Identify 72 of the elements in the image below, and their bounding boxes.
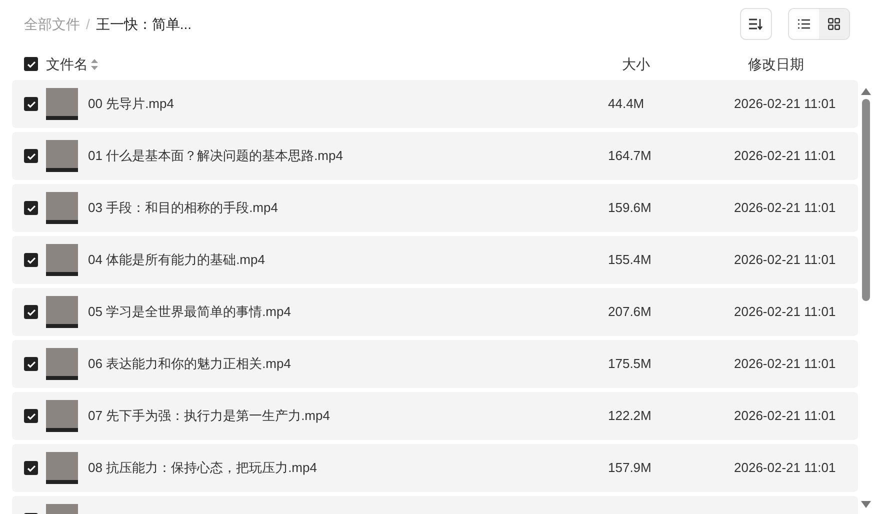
scroll-up-icon[interactable] — [861, 88, 871, 95]
file-name[interactable]: 03 手段：和目的相称的手段.mp4 — [88, 198, 608, 218]
video-thumbnail — [46, 192, 78, 224]
checkbox[interactable] — [24, 149, 38, 163]
file-size: 175.5M — [608, 355, 652, 374]
file-name[interactable]: 00 先导片.mp4 — [88, 94, 608, 114]
checkbox[interactable] — [24, 409, 38, 423]
file-size: 122.2M — [608, 407, 652, 426]
checkbox[interactable] — [24, 305, 38, 319]
modified-date: 2026-02-21 11:01 — [734, 147, 836, 166]
sort-icon[interactable] — [91, 58, 98, 70]
file-size: 164.7M — [608, 147, 652, 166]
column-header: 修改日期 — [748, 54, 804, 74]
checkmark-icon — [26, 360, 36, 368]
column-header: 大小 — [622, 54, 650, 74]
file-name[interactable]: 04 体能是所有能力的基础.mp4 — [88, 250, 608, 270]
file-row[interactable]: 01 什么是基本面？解决问题的基本思路.mp4 164.7M 2026-02-21 11:01 — [12, 132, 858, 180]
checkmark-icon — [26, 204, 36, 212]
checkmark-icon — [26, 100, 36, 108]
file-size: 157.9M — [608, 459, 652, 478]
file-name[interactable]: 08 抗压能力：保持心态，把玩压力.mp4 — [88, 458, 608, 478]
grid-icon — [828, 18, 840, 30]
checkmark-icon — [26, 412, 36, 420]
checkbox[interactable] — [24, 253, 38, 267]
file-name[interactable]: 06 表达能力和你的魅力正相关.mp4 — [88, 354, 608, 374]
breadcrumb-separator: / — [86, 14, 90, 34]
scrollbar-thumb[interactable] — [862, 99, 870, 301]
modified-date: 2026-02-21 11:01 — [734, 303, 836, 322]
modified-date: 2026-02-21 11:01 — [734, 199, 836, 218]
file-name[interactable]: 01 什么是基本面？解决问题的基本思路.mp4 — [88, 146, 608, 166]
checkmark-icon — [26, 308, 36, 316]
file-name[interactable]: 05 学习是全世界最简单的事情.mp4 — [88, 302, 608, 322]
modified-date: 2026-02-21 11:01 — [734, 95, 836, 114]
file-size: 159.6M — [608, 199, 652, 218]
breadcrumb-item[interactable]: 王一快：简单... — [96, 14, 192, 34]
column-header[interactable]: 文件名 — [46, 54, 88, 74]
video-thumbnail — [46, 348, 78, 380]
video-thumbnail — [46, 452, 78, 484]
sort-icon — [749, 18, 763, 30]
file-row[interactable]: 03 手段：和目的相称的手段.mp4 159.6M 2026-02-21 11:01 — [12, 184, 858, 232]
modified-date: 2026-02-21 11:01 — [734, 355, 836, 374]
checkmark-icon — [26, 60, 36, 68]
modified-date: 2026-02-21 11:01 — [734, 251, 836, 270]
video-thumbnail — [46, 244, 78, 276]
checkmark-icon — [26, 152, 36, 160]
checkbox[interactable] — [24, 57, 38, 71]
checkbox[interactable] — [24, 97, 38, 111]
file-size: 207.6M — [608, 303, 652, 322]
modified-date: 2026-02-21 11:01 — [734, 407, 836, 426]
checkbox[interactable] — [24, 201, 38, 215]
sort-button[interactable] — [740, 8, 772, 40]
file-size: 44.4M — [608, 95, 646, 114]
scroll-down-icon[interactable] — [861, 501, 871, 508]
checkbox[interactable] — [24, 461, 38, 475]
grid-view-button[interactable] — [819, 9, 849, 39]
checkmark-icon — [26, 256, 36, 264]
video-thumbnail — [46, 400, 78, 432]
checkbox[interactable] — [24, 357, 38, 371]
file-name[interactable]: 07 先下手为强：执行力是第一生产力.mp4 — [88, 406, 608, 426]
file-size: 155.4M — [608, 251, 652, 270]
checkmark-icon — [26, 464, 36, 472]
file-row[interactable]: 04 体能是所有能力的基础.mp4 155.4M 2026-02-21 11:01 — [12, 236, 858, 284]
file-row[interactable]: 06 表达能力和你的魅力正相关.mp4 175.5M 2026-02-21 11:01 — [12, 340, 858, 388]
file-row[interactable]: 05 学习是全世界最简单的事情.mp4 207.6M 2026-02-21 11:01 — [12, 288, 858, 336]
file-row[interactable]: 08 抗压能力：保持心态，把玩压力.mp4 157.9M 2026-02-21 11:01 — [12, 444, 858, 492]
video-thumbnail — [46, 140, 78, 172]
list-icon — [798, 19, 810, 29]
video-thumbnail — [46, 296, 78, 328]
video-thumbnail — [46, 88, 78, 120]
file-row[interactable]: 07 先下手为强：执行力是第一生产力.mp4 122.2M 2026-02-21 11:01 — [12, 392, 858, 440]
file-row[interactable]: 00 先导片.mp4 44.4M 2026-02-21 11:01 — [12, 80, 858, 128]
modified-date: 2026-02-21 11:01 — [734, 459, 836, 478]
